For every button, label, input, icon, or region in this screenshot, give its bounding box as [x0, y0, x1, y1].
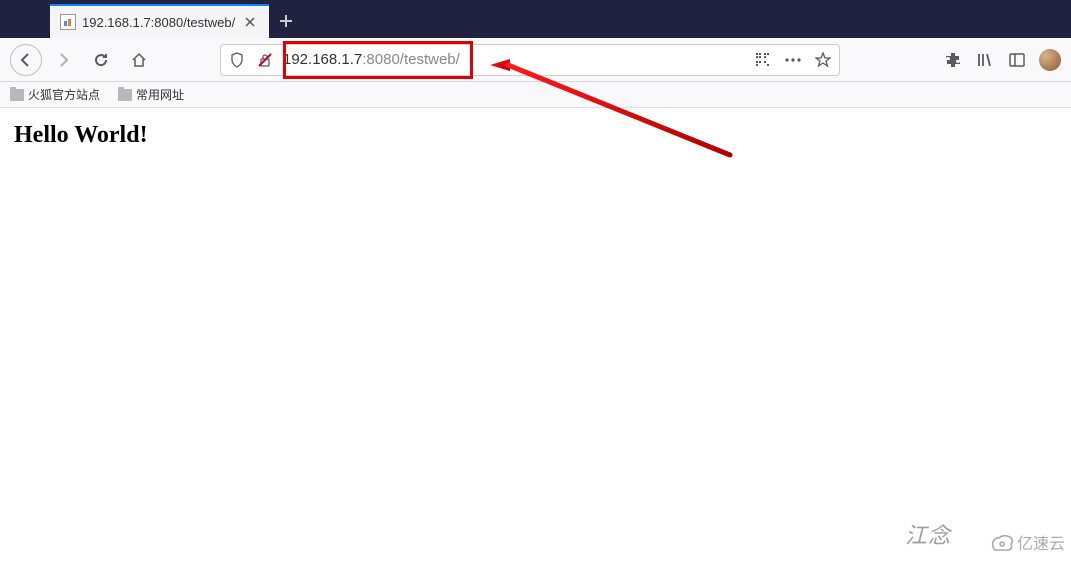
bookmark-star-icon[interactable]: [813, 50, 833, 70]
folder-icon: [118, 89, 132, 101]
insecure-lock-icon[interactable]: [255, 50, 275, 70]
shield-icon[interactable]: [227, 50, 247, 70]
library-icon[interactable]: [975, 50, 995, 70]
tab-favicon-icon: [60, 14, 76, 30]
bookmark-label: 常用网址: [136, 86, 184, 103]
tab-title: 192.168.1.7:8080/testweb/: [82, 15, 235, 30]
account-avatar[interactable]: [1039, 49, 1061, 71]
tab-close-button[interactable]: [241, 13, 259, 31]
sidebar-icon[interactable]: [1007, 50, 1027, 70]
tab-bar: 192.168.1.7:8080/testweb/: [0, 0, 1071, 38]
forward-button[interactable]: [46, 43, 80, 77]
address-bar-actions: [753, 50, 833, 70]
new-tab-button[interactable]: [269, 4, 303, 38]
watermark-logo: 亿速云: [987, 530, 1065, 554]
url-text[interactable]: 192.168.1.7:8080/testweb/: [283, 51, 745, 68]
address-bar[interactable]: 192.168.1.7:8080/testweb/: [220, 44, 840, 76]
bookmarks-toolbar: 火狐官方站点 常用网址: [0, 82, 1071, 108]
reload-button[interactable]: [84, 43, 118, 77]
page-heading: Hello World!: [14, 122, 1057, 149]
page-viewport: Hello World!: [0, 108, 1071, 163]
url-path: :8080/testweb/: [362, 51, 460, 68]
bookmark-common-sites[interactable]: 常用网址: [118, 86, 184, 103]
watermark-logo-text: 亿速云: [1017, 530, 1065, 554]
folder-icon: [10, 89, 24, 101]
qr-icon[interactable]: [753, 50, 773, 70]
watermark-text: 江念: [905, 518, 951, 550]
browser-tab[interactable]: 192.168.1.7:8080/testweb/: [50, 4, 269, 38]
bookmark-firefox-official[interactable]: 火狐官方站点: [10, 86, 100, 103]
home-button[interactable]: [122, 43, 156, 77]
url-host: 192.168.1.7: [283, 51, 362, 68]
toolbar-right: [943, 49, 1061, 71]
back-button[interactable]: [10, 44, 42, 76]
bookmark-label: 火狐官方站点: [28, 86, 100, 103]
page-actions-icon[interactable]: [783, 50, 803, 70]
navigation-toolbar: 192.168.1.7:8080/testweb/: [0, 38, 1071, 82]
extensions-icon[interactable]: [943, 50, 963, 70]
